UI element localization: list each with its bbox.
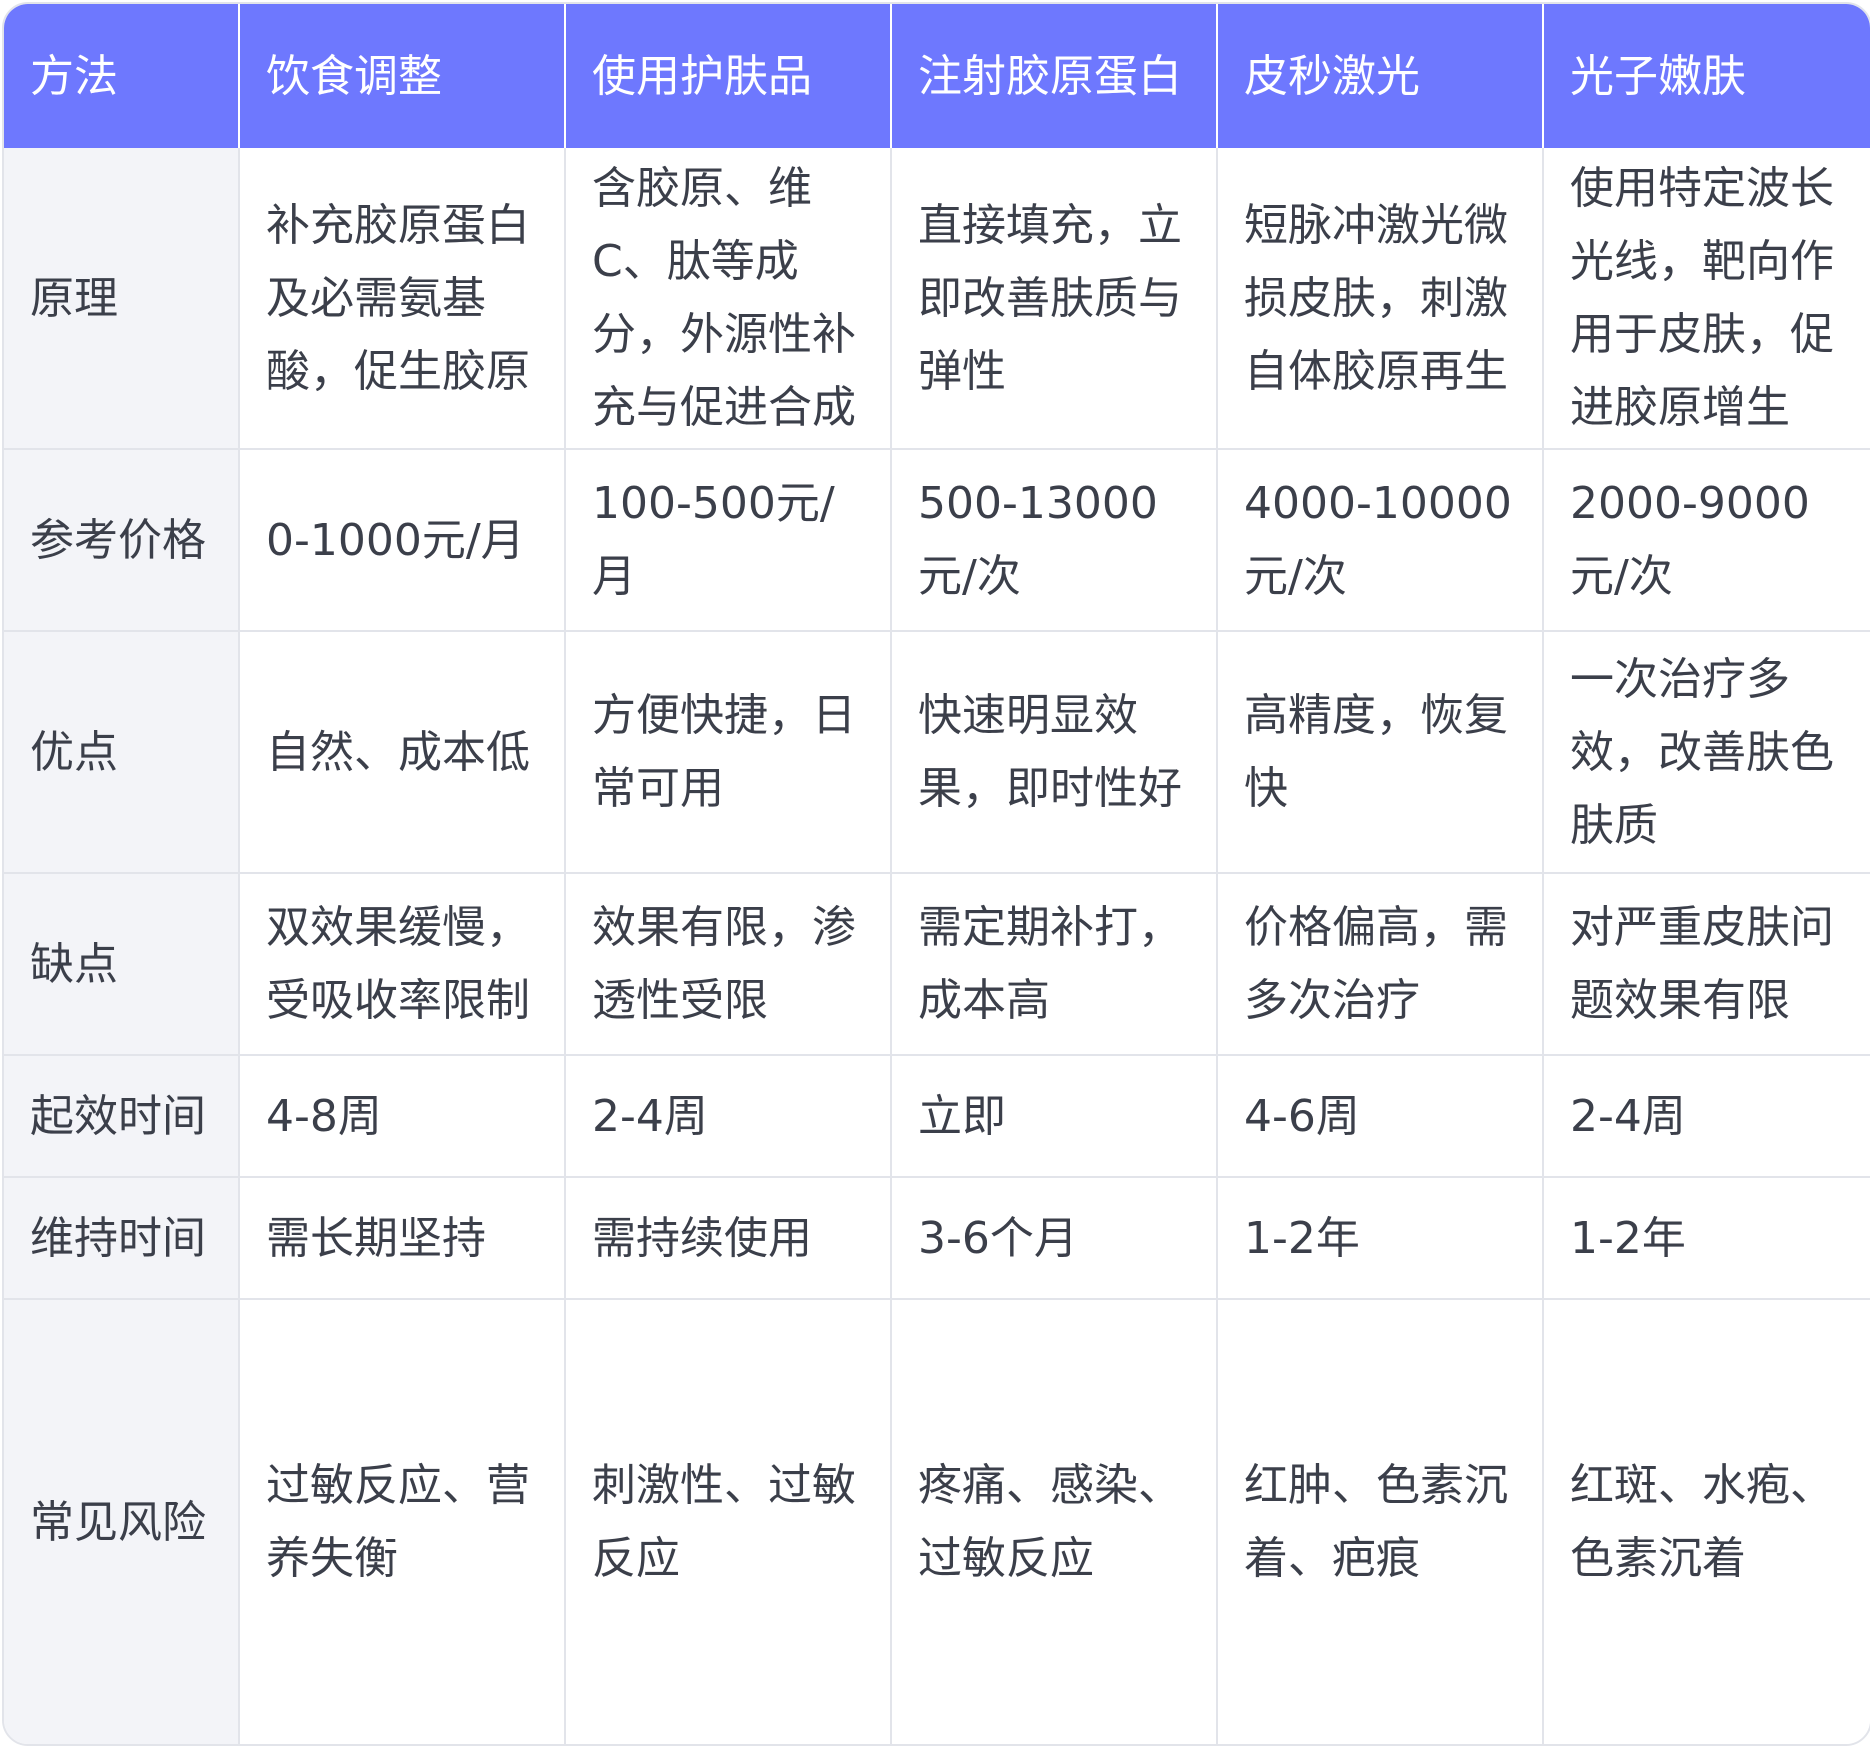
comparison-table-container: 方法 饮食调整 使用护肤品 注射胶原蛋白 皮秒激光 光子嫩肤 原理 补充胶原蛋白… [0, 0, 1870, 1748]
table-cell: 自然、成本低 [240, 632, 566, 874]
table-cell: 补充胶原蛋白及必需氨基酸，促生胶原 [240, 148, 566, 450]
table-cell: 含胶原、维C、肽等成分，外源性补充与促进合成 [566, 148, 892, 450]
table-cell: 双效果缓慢，受吸收率限制 [240, 874, 566, 1056]
header-collagen-injection: 注射胶原蛋白 [892, 4, 1218, 148]
table-cell: 4-8周 [240, 1056, 566, 1178]
table-cell: 高精度，恢复快 [1218, 632, 1544, 874]
table-row-risks: 常见风险 过敏反应、营养失衡 刺激性、过敏反应 疼痛、感染、过敏反应 红肿、色素… [4, 1300, 1870, 1744]
table-row-advantages: 优点 自然、成本低 方便快捷，日常可用 快速明显效果，即时性好 高精度，恢复快 … [4, 632, 1870, 874]
table-cell: 对严重皮肤问题效果有限 [1544, 874, 1870, 1056]
table-cell: 需长期坚持 [240, 1178, 566, 1300]
table-cell: 0-1000元/月 [240, 450, 566, 632]
row-label-onset-time: 起效时间 [4, 1056, 240, 1178]
table-row-price: 参考价格 0-1000元/月 100-500元/月 500-13000元/次 4… [4, 450, 1870, 632]
row-label-price: 参考价格 [4, 450, 240, 632]
table-cell: 快速明显效果，即时性好 [892, 632, 1218, 874]
table-cell: 红肿、色素沉着、疤痕 [1218, 1300, 1544, 1744]
table-cell: 2-4周 [1544, 1056, 1870, 1178]
row-label-principle: 原理 [4, 148, 240, 450]
header-diet: 饮食调整 [240, 4, 566, 148]
table-cell: 使用特定波长光线，靶向作用于皮肤，促进胶原增生 [1544, 148, 1870, 450]
table-row-duration: 维持时间 需长期坚持 需持续使用 3-6个月 1-2年 1-2年 [4, 1178, 1870, 1300]
table-cell: 需持续使用 [566, 1178, 892, 1300]
table-cell: 价格偏高，需多次治疗 [1218, 874, 1544, 1056]
table-cell: 立即 [892, 1056, 1218, 1178]
comparison-table: 方法 饮食调整 使用护肤品 注射胶原蛋白 皮秒激光 光子嫩肤 原理 补充胶原蛋白… [2, 2, 1870, 1746]
header-row: 方法 饮食调整 使用护肤品 注射胶原蛋白 皮秒激光 光子嫩肤 [4, 4, 1870, 148]
table-cell: 2-4周 [566, 1056, 892, 1178]
table-cell: 2000-9000元/次 [1544, 450, 1870, 632]
table-cell: 过敏反应、营养失衡 [240, 1300, 566, 1744]
table-cell: 直接填充，立即改善肤质与弹性 [892, 148, 1218, 450]
table-cell: 短脉冲激光微损皮肤，刺激自体胶原再生 [1218, 148, 1544, 450]
table-row-disadvantages: 缺点 双效果缓慢，受吸收率限制 效果有限，渗透性受限 需定期补打，成本高 价格偏… [4, 874, 1870, 1056]
table-cell: 需定期补打，成本高 [892, 874, 1218, 1056]
table-cell: 方便快捷，日常可用 [566, 632, 892, 874]
table-cell: 100-500元/月 [566, 450, 892, 632]
table-cell: 疼痛、感染、过敏反应 [892, 1300, 1218, 1744]
table-row-onset-time: 起效时间 4-8周 2-4周 立即 4-6周 2-4周 [4, 1056, 1870, 1178]
header-picosecond-laser: 皮秒激光 [1218, 4, 1544, 148]
table-cell: 1-2年 [1218, 1178, 1544, 1300]
header-photorejuvenation: 光子嫩肤 [1544, 4, 1870, 148]
row-label-risks: 常见风险 [4, 1300, 240, 1744]
table-cell: 刺激性、过敏反应 [566, 1300, 892, 1744]
table-cell: 500-13000元/次 [892, 450, 1218, 632]
row-label-disadvantages: 缺点 [4, 874, 240, 1056]
table-row-principle: 原理 补充胶原蛋白及必需氨基酸，促生胶原 含胶原、维C、肽等成分，外源性补充与促… [4, 148, 1870, 450]
table-cell: 3-6个月 [892, 1178, 1218, 1300]
header-skincare: 使用护肤品 [566, 4, 892, 148]
table-cell: 4-6周 [1218, 1056, 1544, 1178]
table-cell: 4000-10000元/次 [1218, 450, 1544, 632]
table-cell: 一次治疗多效，改善肤色肤质 [1544, 632, 1870, 874]
table-cell: 红斑、水疱、色素沉着 [1544, 1300, 1870, 1744]
row-label-duration: 维持时间 [4, 1178, 240, 1300]
table-cell: 效果有限，渗透性受限 [566, 874, 892, 1056]
row-label-advantages: 优点 [4, 632, 240, 874]
table-cell: 1-2年 [1544, 1178, 1870, 1300]
header-method: 方法 [4, 4, 240, 148]
